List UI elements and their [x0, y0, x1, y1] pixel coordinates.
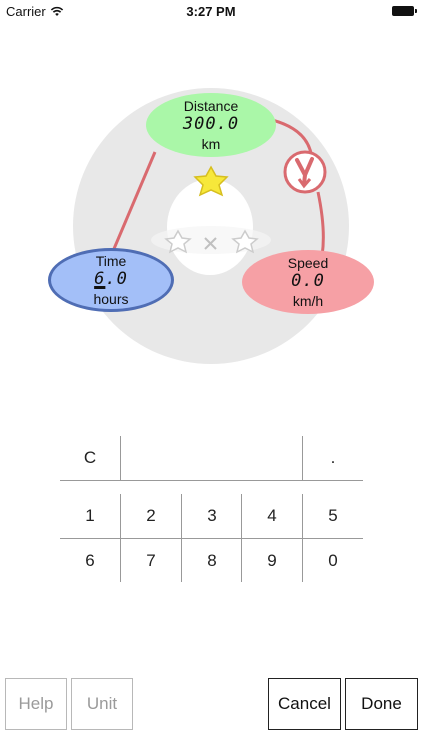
- distance-unit: km: [201, 135, 221, 152]
- key-3[interactable]: 3: [182, 494, 242, 538]
- speed-label: Speed: [287, 255, 329, 272]
- unit-button[interactable]: Unit: [71, 678, 133, 730]
- time-label: Time: [95, 253, 127, 270]
- distance-value: 300.0: [182, 114, 240, 135]
- speed-unit: km/h: [292, 292, 324, 309]
- key-1[interactable]: 1: [60, 494, 120, 538]
- speed-bubble[interactable]: Speed 0.0 km/h: [242, 250, 374, 314]
- help-button[interactable]: Help: [5, 678, 67, 730]
- key-7[interactable]: 7: [121, 539, 181, 583]
- key-2[interactable]: 2: [121, 494, 181, 538]
- key-6[interactable]: 6: [60, 539, 120, 583]
- battery-icon: [392, 6, 417, 16]
- time-value-cursor-digit: 6: [94, 269, 106, 290]
- keypad: C . 1 2 3 4 5 6 7 8 9 0: [60, 436, 363, 582]
- key-decimal[interactable]: .: [303, 436, 363, 480]
- status-time: 3:27 PM: [186, 4, 236, 19]
- key-9[interactable]: 9: [242, 539, 302, 583]
- key-clear[interactable]: C: [60, 436, 120, 480]
- done-button[interactable]: Done: [345, 678, 418, 730]
- key-4[interactable]: 4: [242, 494, 302, 538]
- calculator-dial: Distance 300.0 km Time 6.0 hours Speed 0…: [0, 80, 422, 380]
- swap-arrow-icon[interactable]: [283, 150, 327, 194]
- time-bubble[interactable]: Time 6.0 hours: [48, 248, 174, 312]
- cancel-button[interactable]: Cancel: [268, 678, 341, 730]
- key-5[interactable]: 5: [303, 494, 363, 538]
- time-unit: hours: [93, 290, 129, 307]
- distance-bubble[interactable]: Distance 300.0 km: [146, 93, 276, 157]
- distance-label: Distance: [183, 98, 239, 115]
- speed-value: 0.0: [291, 271, 325, 292]
- key-0[interactable]: 0: [303, 539, 363, 583]
- keypad-divider: [60, 480, 363, 481]
- keypad-divider: [120, 436, 121, 480]
- status-bar: Carrier 3:27 PM: [0, 0, 422, 22]
- key-8[interactable]: 8: [182, 539, 242, 583]
- time-value: 6.0: [94, 269, 128, 290]
- time-value-rest: .0: [105, 269, 128, 290]
